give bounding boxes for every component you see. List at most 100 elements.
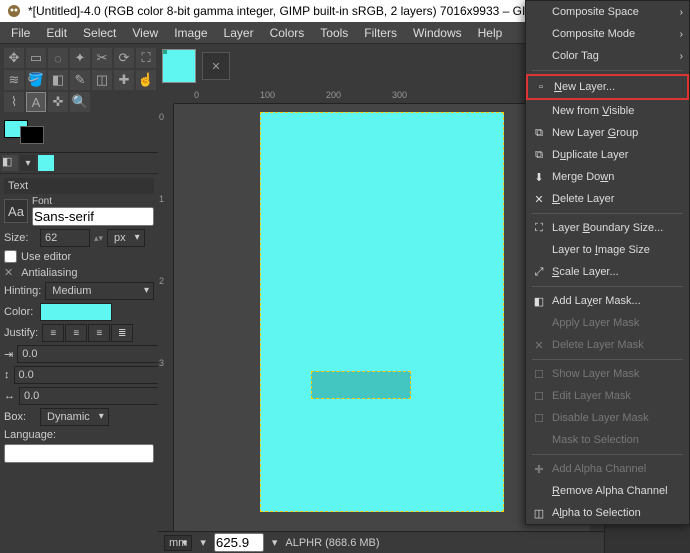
ctx-composite-mode[interactable]: Composite Mode› (526, 23, 689, 45)
menu-file[interactable]: File (4, 24, 37, 42)
tool-move-icon[interactable]: ✥ (4, 48, 24, 68)
menu-layer[interactable]: Layer (217, 24, 261, 42)
tool-pencil-icon[interactable]: ✎ (70, 70, 90, 90)
layer-context-menu: Composite Space›Composite Mode›Color Tag… (525, 0, 690, 525)
font-input[interactable] (32, 207, 154, 226)
status-info: ALPHR (868.6 MB) (285, 537, 379, 549)
text-color-swatch[interactable] (40, 303, 112, 321)
canvas[interactable] (260, 112, 504, 512)
letter-spacing-input[interactable] (19, 387, 171, 405)
checkbox-icon: ☐ (532, 368, 546, 381)
line-spacing-input[interactable] (14, 366, 166, 384)
hinting-select[interactable]: Medium (45, 282, 154, 300)
ctx-disable-layer-mask: ☐Disable Layer Mask (526, 407, 689, 429)
ctx-item-icon: ✕ (532, 339, 546, 352)
language-input[interactable] (4, 444, 154, 463)
text-box-selection[interactable] (311, 371, 411, 399)
ctx-add-layer-mask-[interactable]: ◧Add Layer Mask... (526, 290, 689, 312)
box-select[interactable]: Dynamic (40, 408, 109, 426)
tool-smudge-icon[interactable]: ☝ (136, 70, 156, 90)
justify-fill-icon[interactable]: ≣ (111, 324, 133, 342)
ctx-new-layer-group[interactable]: ⧉New Layer Group (526, 122, 689, 144)
unit-select[interactable]: px (107, 229, 145, 247)
ctx-item-icon: ⬇ (532, 171, 546, 184)
ctx-item-icon: ✚ (532, 463, 546, 476)
size-input[interactable] (40, 229, 90, 247)
left-panel: ✥ ▭ ◌ ✦ ✂ ⟳ ⛶ ≋ 🪣 ◧ ✎ ◫ ✚ ☝ ⌇ A ✜ 🔍 ◧ ▾ (0, 44, 158, 553)
statusbar: mm ▾ ▾ ALPHR (868.6 MB) (158, 531, 604, 553)
tool-eraser-icon[interactable]: ◫ (92, 70, 112, 90)
ctx-scale-layer-[interactable]: ⤢Scale Layer... (526, 261, 689, 283)
menu-windows[interactable]: Windows (406, 24, 469, 42)
ctx-composite-space[interactable]: Composite Space› (526, 1, 689, 23)
antialiasing-toggle-icon[interactable]: ✕ (4, 266, 13, 279)
ctx-layer-boundary-size-[interactable]: ⛶Layer Boundary Size... (526, 217, 689, 239)
image-tab-thumb[interactable] (162, 49, 196, 83)
ctx-mask-to-selection: Mask to Selection (526, 429, 689, 451)
tool-rect-select-icon[interactable]: ▭ (26, 48, 46, 68)
status-zoom-input[interactable] (214, 533, 264, 552)
tool-path-icon[interactable]: ⌇ (4, 92, 24, 112)
ctx-new-layer[interactable]: ▫ New Layer... (526, 74, 689, 100)
title-text: *[Untitled]-4.0 (RGB color 8-bit gamma i… (28, 4, 543, 18)
ctx-color-tag[interactable]: Color Tag› (526, 45, 689, 67)
ctx-new-from-visible[interactable]: New from Visible (526, 100, 689, 122)
menu-tools[interactable]: Tools (313, 24, 355, 42)
ctx-duplicate-layer[interactable]: ⧉Duplicate Layer (526, 144, 689, 166)
menu-colors[interactable]: Colors (263, 24, 312, 42)
ctx-alpha-to-selection[interactable]: ◫Alpha to Selection (526, 502, 689, 524)
indent-input[interactable] (17, 345, 169, 363)
dock-color-icon[interactable] (38, 155, 54, 171)
ctx-item-icon: ⧉ (532, 127, 546, 140)
menu-image[interactable]: Image (167, 24, 214, 42)
toolbox: ✥ ▭ ◌ ✦ ✂ ⟳ ⛶ ≋ 🪣 ◧ ✎ ◫ ✚ ☝ ⌇ A ✜ 🔍 (0, 44, 158, 116)
tool-heal-icon[interactable]: ✚ (114, 70, 134, 90)
tool-crop-icon[interactable]: ✂ (92, 48, 112, 68)
letter-spacing-icon: ↔ (4, 390, 15, 402)
justify-label: Justify: (4, 327, 38, 339)
justify-right-icon[interactable]: ≡ (65, 324, 87, 342)
use-editor-checkbox[interactable] (4, 250, 17, 263)
submenu-arrow-icon: › (680, 51, 683, 62)
tool-rotate-icon[interactable]: ⟳ (114, 48, 134, 68)
tool-text-icon[interactable]: A (26, 92, 46, 112)
menu-select[interactable]: Select (76, 24, 123, 42)
justify-left-icon[interactable]: ≡ (42, 324, 64, 342)
ctx-merge-down[interactable]: ⬇Merge Down (526, 166, 689, 188)
ctx-delete-layer[interactable]: ✕Delete Layer (526, 188, 689, 210)
menu-help[interactable]: Help (471, 24, 510, 42)
ctx-item-icon: ⛶ (532, 222, 546, 235)
font-aa-icon[interactable]: Aa (4, 199, 28, 223)
dock-tab-icon[interactable]: ◧ (2, 155, 18, 171)
ctx-item-icon: ◧ (532, 295, 546, 308)
new-icon: ▫ (534, 81, 548, 93)
menu-filters[interactable]: Filters (357, 24, 404, 42)
ctx-item-icon: ⧉ (532, 149, 546, 162)
use-editor-label: Use editor (21, 251, 71, 263)
tool-zoom-icon[interactable]: 🔍 (70, 92, 90, 112)
ctx-layer-to-image-size[interactable]: Layer to Image Size (526, 239, 689, 261)
status-unit-select[interactable]: mm (164, 535, 192, 551)
ctx-delete-layer-mask: ✕Delete Layer Mask (526, 334, 689, 356)
tool-picker-icon[interactable]: ✜ (48, 92, 68, 112)
bg-color-swatch[interactable] (20, 126, 44, 144)
ctx-remove-alpha-channel[interactable]: Remove Alpha Channel (526, 480, 689, 502)
font-label: Font (32, 196, 154, 207)
ctx-item-icon: ◫ (532, 507, 546, 520)
line-spacing-icon: ↕ (4, 369, 10, 381)
tool-free-select-icon[interactable]: ◌ (48, 48, 68, 68)
submenu-arrow-icon: › (680, 7, 683, 18)
tool-bucket-icon[interactable]: 🪣 (26, 70, 46, 90)
tool-warp-icon[interactable]: ≋ (4, 70, 24, 90)
tab-close-icon[interactable]: ✕ (202, 52, 230, 80)
size-label: Size: (4, 232, 36, 244)
menu-view[interactable]: View (125, 24, 165, 42)
tool-transform-icon[interactable]: ⛶ (136, 48, 156, 68)
tool-fuzzy-icon[interactable]: ✦ (70, 48, 90, 68)
justify-center-icon[interactable]: ≡ (88, 324, 110, 342)
menu-edit[interactable]: Edit (39, 24, 74, 42)
dock-tab-b-icon[interactable]: ▾ (20, 155, 36, 171)
ctx-add-alpha-channel: ✚Add Alpha Channel (526, 458, 689, 480)
ctx-edit-layer-mask: ☐Edit Layer Mask (526, 385, 689, 407)
tool-gradient-icon[interactable]: ◧ (48, 70, 68, 90)
